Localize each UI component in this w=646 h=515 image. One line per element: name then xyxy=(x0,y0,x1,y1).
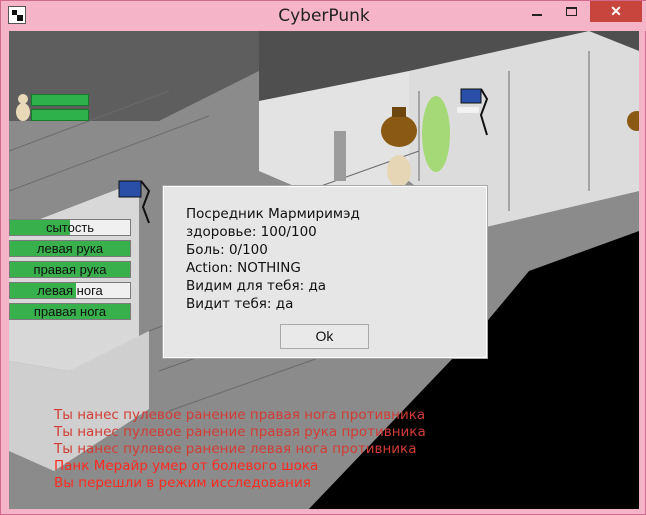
dialog-content: Посредник Мармиримэд здоровье: 100/100 Б… xyxy=(186,205,360,313)
maximize-button[interactable] xyxy=(556,1,586,22)
game-viewport[interactable]: сытость левая рука правая рука левая ног… xyxy=(9,31,639,509)
title-bar[interactable]: CyberPunk ✕ xyxy=(1,1,646,31)
npc-visible: Видим для тебя: да xyxy=(186,278,327,294)
status-item-hunger: сытость xyxy=(9,219,131,236)
status-item-right-leg: правая нога xyxy=(9,303,131,320)
health-bars xyxy=(31,94,89,124)
log-line: Ты нанес пулевое ранение правая нога про… xyxy=(54,407,426,423)
status-label: правая рука xyxy=(33,262,107,277)
game-window: CyberPunk ✕ сытость левая рука правая ру… xyxy=(0,0,646,515)
log-line: Вы перешли в режим исследования xyxy=(54,475,311,491)
log-line: Ты нанес пулевое ранение правая рука про… xyxy=(54,424,426,440)
minimize-button[interactable] xyxy=(522,1,552,22)
npc-health: здоровье: 100/100 xyxy=(186,224,317,240)
player-portrait-icon xyxy=(14,93,32,121)
close-button[interactable]: ✕ xyxy=(590,1,642,22)
status-item-right-arm: правая рука xyxy=(9,261,131,278)
npc-sprite xyxy=(422,96,450,172)
health-bar xyxy=(31,109,89,121)
close-icon: ✕ xyxy=(610,3,622,19)
log-line: Панк Мерайр умер от болевого шока xyxy=(54,458,319,474)
npc-pain: Боль: 0/100 xyxy=(186,242,268,258)
status-item-left-arm: левая рука xyxy=(9,240,131,257)
npc-name: Посредник Мармиримэд xyxy=(186,206,360,222)
npc-sees-you: Видит тебя: да xyxy=(186,296,294,312)
ok-button[interactable]: Ok xyxy=(280,324,369,349)
status-label: левая нога xyxy=(37,283,103,298)
status-label: правая нога xyxy=(33,304,107,319)
health-bar xyxy=(31,94,89,106)
npc-action: Action: NOTHING xyxy=(186,260,301,276)
status-item-left-leg: левая нога xyxy=(9,282,131,299)
maximize-icon xyxy=(565,7,577,16)
character-sprite xyxy=(387,155,411,187)
minimize-icon xyxy=(532,13,542,16)
info-dialog: Посредник Мармиримэд здоровье: 100/100 Б… xyxy=(162,185,488,359)
log-line: Ты нанес пулевое ранение левая нога прот… xyxy=(54,441,417,457)
status-label: левая рука xyxy=(36,241,104,256)
event-log: Ты нанес пулевое ранение правая нога про… xyxy=(54,407,426,492)
body-status-list: сытость левая рука правая рука левая ног… xyxy=(9,219,131,324)
status-label: сытость xyxy=(45,220,95,235)
pillar xyxy=(334,131,346,181)
